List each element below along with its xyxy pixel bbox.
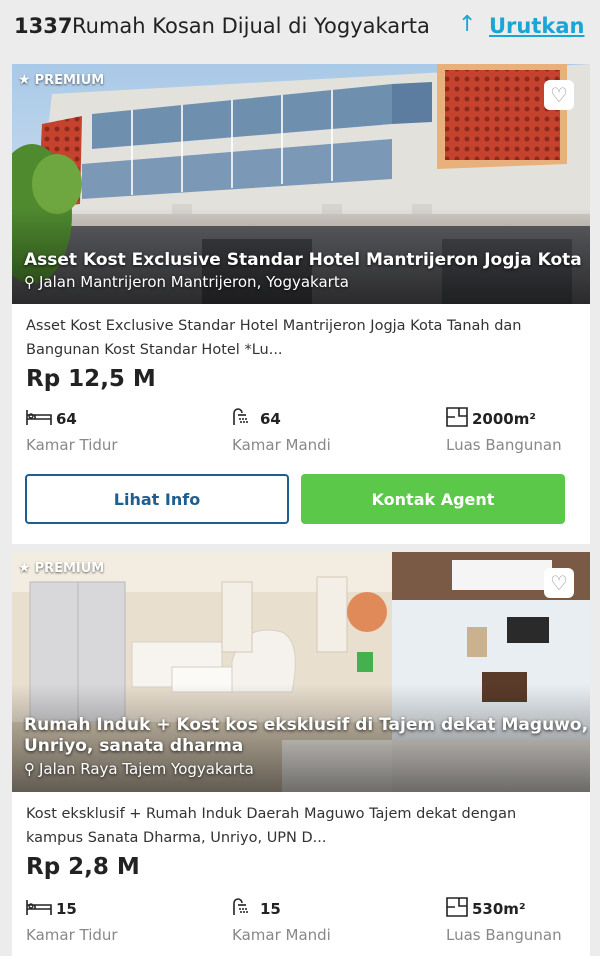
listing-card[interactable]: ★ PREMIUM ♡ Rumah Induk + Kost kos eksklu… [12, 552, 590, 956]
listing-location: ⚲ Jalan Raya Tajem Yogyakarta [24, 760, 254, 778]
star-icon: ★ [18, 72, 31, 88]
listing-price: Rp 12,5 M [26, 366, 156, 392]
listing-overlay-title: Asset Kost Exclusive Standar Hotel Mantr… [24, 250, 582, 270]
bed-icon [26, 408, 52, 430]
listing-description: Asset Kost Exclusive Standar Hotel Mantr… [26, 318, 522, 358]
bedrooms-feature: 15 Kamar Tidur [26, 898, 118, 944]
heart-icon: ♡ [550, 83, 568, 107]
listing-overlay-title: Rumah Induk + Kost kos eksklusif di Taje… [24, 715, 589, 756]
bedrooms-feature: 64 Kamar Tidur [26, 408, 118, 454]
premium-badge: ★ PREMIUM [18, 72, 105, 88]
result-count: 1337 [14, 14, 73, 38]
sort-button[interactable]: Urutkan [489, 14, 584, 38]
favorite-button[interactable]: ♡ [544, 80, 574, 110]
floorplan-icon [446, 407, 468, 431]
location-pin-icon: ⚲ [24, 760, 35, 778]
location-pin-icon: ⚲ [24, 273, 35, 291]
listing-photo[interactable]: ★ PREMIUM ♡ Asset Kost Exclusive Standar … [12, 64, 590, 304]
bed-icon [26, 898, 52, 920]
page-title: Rumah Kosan Dijual di Yogyakarta [72, 14, 430, 38]
shower-icon [232, 407, 256, 431]
area-feature: 530m² Luas Bangunan [446, 897, 600, 944]
view-info-button[interactable]: Lihat Info [25, 474, 289, 524]
premium-badge: ★ PREMIUM [18, 560, 105, 576]
listing-description: Kost eksklusif + Rumah Induk Daerah Magu… [26, 806, 517, 846]
listing-price: Rp 2,8 M [26, 854, 140, 880]
area-feature: 2000m² Luas Bangunan [446, 407, 600, 454]
shower-icon [232, 897, 256, 921]
listing-photo[interactable]: ★ PREMIUM ♡ Rumah Induk + Kost kos eksklu… [12, 552, 590, 792]
heart-icon: ♡ [550, 571, 568, 595]
star-icon: ★ [18, 560, 31, 576]
listing-location: ⚲ Jalan Mantrijeron Mantrijeron, Yogyakar… [24, 273, 349, 291]
contact-agent-button[interactable]: Kontak Agent [301, 474, 565, 524]
results-header: 1337 Rumah Kosan Dijual di Yogyakarta ↑ … [0, 0, 600, 56]
floorplan-icon [446, 897, 468, 921]
bathrooms-feature: 15 Kamar Mandi [232, 898, 412, 944]
listing-card[interactable]: ★ PREMIUM ♡ Asset Kost Exclusive Standar … [12, 64, 590, 544]
favorite-button[interactable]: ♡ [544, 568, 574, 598]
bathrooms-feature: 64 Kamar Mandi [232, 408, 412, 454]
sort-arrow-icon[interactable]: ↑ [458, 12, 476, 37]
